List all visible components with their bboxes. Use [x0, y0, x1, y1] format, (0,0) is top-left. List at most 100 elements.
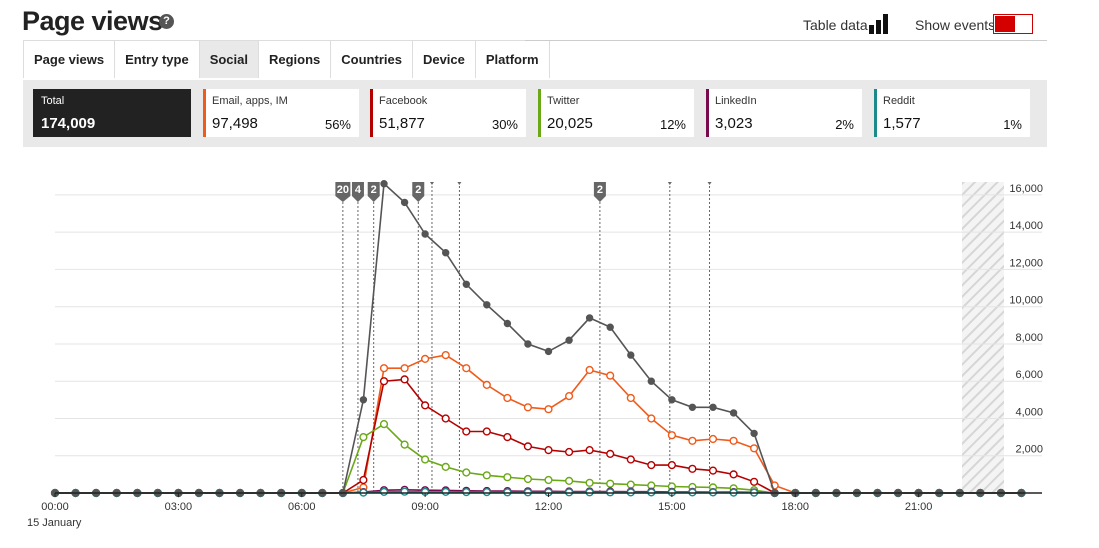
data-point: [544, 347, 553, 356]
data-point: [400, 364, 409, 373]
card-value: 174,009: [41, 115, 96, 132]
data-point: [359, 396, 368, 404]
series-line: [55, 378, 1022, 494]
series-line: [55, 182, 1022, 494]
data-point: [564, 476, 574, 486]
data-point: [565, 336, 573, 344]
data-point: [400, 375, 409, 384]
data-point: [503, 433, 512, 442]
data-point: [585, 446, 594, 455]
card-percent: 1%: [1003, 117, 1022, 132]
tab-bar: Page views Entry type Social Regions Cou…: [23, 40, 550, 79]
show-events-label: Show events: [915, 17, 996, 33]
event-tick: [429, 182, 434, 185]
y-tick-label: 8,000: [1015, 332, 1043, 344]
card-total[interactable]: Total 174,009: [33, 89, 191, 137]
tab-device[interactable]: Device: [412, 40, 476, 78]
series-facebook: [50, 375, 1026, 498]
data-point: [667, 431, 677, 440]
series-line: [55, 423, 1022, 494]
data-point: [708, 466, 718, 475]
data-point: [379, 377, 389, 386]
card-percent: 30%: [491, 117, 518, 132]
tab-page-views[interactable]: Page views: [23, 40, 116, 78]
event-tick: [707, 182, 712, 185]
y-tick-label: 4,000: [1015, 406, 1043, 418]
x-tick-label: 12:00: [535, 501, 563, 513]
data-point: [482, 380, 491, 390]
future-hatch: [962, 182, 1004, 493]
card-label: Facebook: [379, 95, 428, 107]
bar-chart-icon[interactable]: [869, 14, 891, 34]
series-line: [55, 354, 1022, 494]
card-email[interactable]: Email, apps, IM 97,498 56%: [203, 89, 359, 137]
data-point: [749, 477, 759, 486]
event-tick: [457, 182, 462, 185]
data-point: [626, 480, 635, 489]
card-value: 1,577: [883, 115, 921, 132]
tab-entry-type[interactable]: Entry type: [115, 40, 200, 78]
card-percent: 12%: [659, 117, 686, 132]
tab-countries[interactable]: Countries: [331, 40, 413, 78]
card-value: 20,025: [547, 115, 593, 132]
card-percent: 56%: [324, 117, 351, 132]
card-label: Twitter: [547, 95, 580, 107]
data-point: [647, 414, 656, 423]
data-point: [503, 473, 512, 482]
data-point: [667, 461, 677, 470]
data-point: [421, 354, 430, 364]
data-point: [462, 364, 471, 373]
event-flag-label: 4: [355, 184, 362, 196]
data-point: [441, 414, 450, 423]
summary-cards: Total 174,009 Email, apps, IM 97,498 56%…: [23, 80, 1047, 147]
data-point: [606, 479, 615, 488]
data-point: [564, 447, 574, 457]
data-point: [544, 446, 553, 455]
y-tick-label: 2,000: [1015, 444, 1043, 456]
card-value: 3,023: [715, 115, 753, 132]
tab-social[interactable]: Social: [199, 40, 259, 78]
data-point: [627, 351, 635, 359]
data-point: [462, 280, 470, 289]
card-facebook[interactable]: Facebook 51,877 30%: [370, 89, 526, 137]
data-point: [729, 409, 738, 417]
series-email-apps-im: [50, 351, 1026, 498]
event-flag-label: 20: [337, 184, 349, 196]
event-flag-label: 2: [371, 184, 377, 196]
data-point: [523, 403, 533, 412]
data-point: [379, 364, 389, 373]
card-value: 51,877: [379, 115, 425, 132]
tab-platform[interactable]: Platform: [475, 40, 550, 78]
data-point: [380, 180, 388, 188]
page-views-line-chart: 20 4 2 2 2 2,0004,0006,0008,00010,00012,0001…: [27, 180, 1043, 529]
data-point: [400, 198, 409, 207]
show-events-toggle[interactable]: [993, 14, 1033, 34]
data-point: [626, 455, 635, 464]
event-flag-label: 2: [415, 184, 421, 196]
data-point: [688, 436, 697, 445]
card-label: Total: [41, 95, 65, 107]
data-point: [359, 433, 368, 442]
help-icon[interactable]: ?: [159, 14, 174, 29]
x-tick-label: 15:00: [658, 501, 686, 513]
data-point: [709, 403, 717, 412]
data-point: [441, 462, 450, 472]
card-linkedin[interactable]: LinkedIn 3,023 2%: [706, 89, 862, 137]
data-point: [750, 429, 758, 438]
data-point: [668, 396, 676, 404]
data-point: [606, 323, 614, 331]
data-point: [524, 340, 532, 348]
data-point: [729, 470, 738, 479]
card-reddit[interactable]: Reddit 1,577 1%: [874, 89, 1030, 137]
tab-regions[interactable]: Regions: [258, 40, 332, 78]
event-tick: [667, 182, 672, 185]
card-twitter[interactable]: Twitter 20,025 12%: [538, 89, 694, 137]
data-point: [585, 478, 594, 487]
y-tick-label: 6,000: [1015, 369, 1043, 381]
card-percent: 2%: [835, 117, 854, 132]
y-tick-label: 12,000: [1009, 257, 1043, 269]
table-data-label[interactable]: Table data: [803, 17, 868, 33]
card-label: Email, apps, IM: [212, 95, 288, 107]
data-point: [400, 440, 409, 449]
x-date-label: 15 January: [27, 517, 82, 529]
